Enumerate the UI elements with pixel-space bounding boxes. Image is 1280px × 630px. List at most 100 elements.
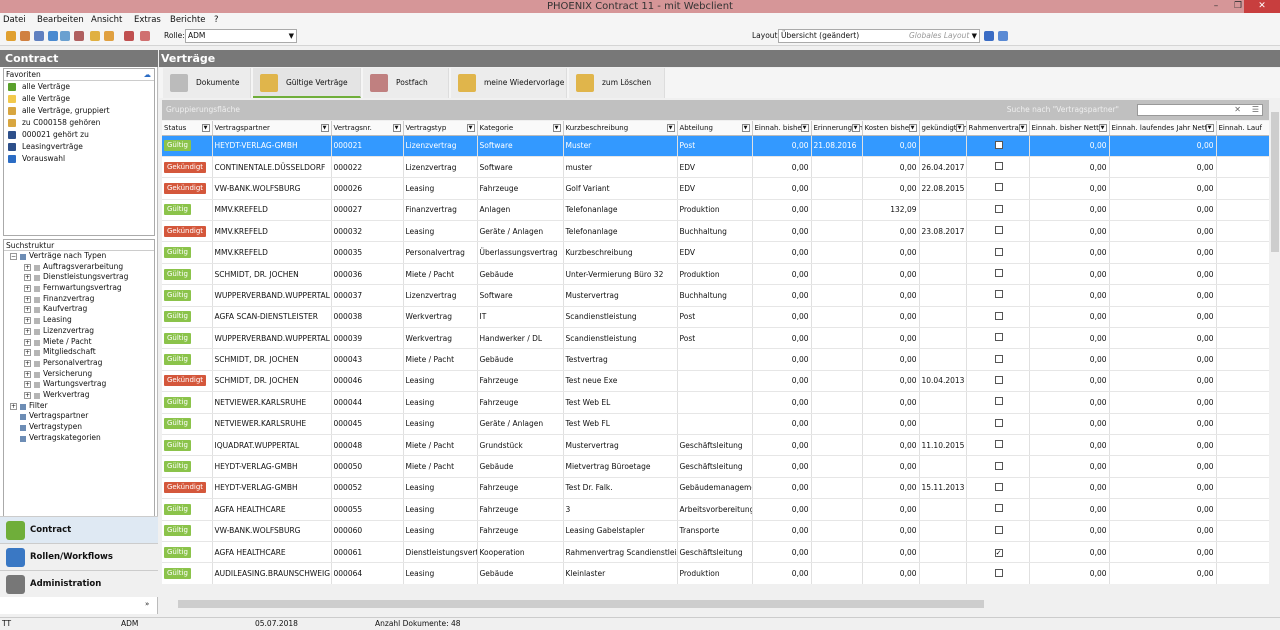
rahmenvertrag-checkbox[interactable] — [994, 204, 1003, 213]
column-header[interactable]: Erinnerung am ▼ — [811, 121, 863, 136]
menu-berichte[interactable]: Berichte — [170, 14, 206, 26]
search-icon[interactable] — [34, 31, 44, 41]
rahmenvertrag-checkbox[interactable] — [994, 247, 1003, 256]
tree-node[interactable]: + Lizenzvertrag — [4, 326, 154, 337]
open-folder-icon[interactable] — [104, 31, 114, 41]
filter-icon[interactable] — [140, 31, 150, 41]
filter-dropdown-icon[interactable]: ▼ — [392, 124, 401, 132]
tab-postfach[interactable]: Postfach — [363, 68, 449, 98]
table-row[interactable]: Gekündigt MMV.KREFELD 000032 Leasing Geräte … — [162, 220, 1269, 243]
edit-icon[interactable] — [20, 31, 30, 41]
tree-node[interactable]: + Auftragsverarbeitung — [4, 262, 154, 273]
tree-node[interactable]: + Kaufvertrag — [4, 304, 154, 315]
favorite-item[interactable]: alle Verträge, gruppiert — [4, 105, 154, 117]
table-row[interactable]: Gültig WUPPERVERBAND.WUPPERTAL 000037 Lizen… — [162, 284, 1269, 307]
table-row[interactable]: Gültig AGFA HEALTHCARE 000055 Leasing Fahrze… — [162, 498, 1269, 521]
save-layout-icon[interactable] — [984, 31, 994, 41]
filter-dropdown-icon[interactable]: ▼ — [955, 124, 964, 132]
search-input[interactable] — [1137, 104, 1263, 116]
tree-node[interactable]: + Miete / Pacht — [4, 337, 154, 348]
grid-icon[interactable] — [124, 31, 134, 41]
filter-dropdown-icon[interactable]: ▼ — [466, 124, 475, 132]
column-header[interactable]: Status ▼ — [162, 121, 213, 136]
column-header[interactable]: Einnah. laufendes Jahr Netto ▼ — [1109, 121, 1217, 136]
table-row[interactable]: Gültig AGFA SCAN-DIENSTLEISTER 000038 Werkv… — [162, 306, 1269, 329]
favorite-item[interactable]: 000021 gehört zu — [4, 129, 154, 141]
table-row[interactable]: Gültig SCHMIDT, DR. JOCHEN 000043 Miete / P… — [162, 348, 1269, 371]
save-icon[interactable] — [48, 31, 58, 41]
table-row[interactable]: Gültig IQUADRAT.WUPPERTAL 000048 Miete / Pa… — [162, 434, 1269, 457]
expand-icon[interactable]: + — [24, 349, 31, 357]
rahmenvertrag-checkbox[interactable] — [994, 418, 1003, 427]
rahmenvertrag-checkbox[interactable] — [994, 226, 1003, 235]
module-rollen-workflows[interactable]: Rollen/Workflows — [0, 543, 158, 570]
filter-dropdown-icon[interactable]: ▼ — [1098, 124, 1107, 132]
favorite-item[interactable]: Leasingverträge — [4, 141, 154, 153]
table-row[interactable]: Gültig MMV.KREFELD 000027 Finanzvertrag Anla… — [162, 199, 1269, 222]
table-row[interactable]: Gültig SCHMIDT, DR. JOCHEN 000036 Miete / P… — [162, 263, 1269, 286]
tree-node[interactable]: + Fernwartungsvertrag — [4, 283, 154, 294]
tree-node[interactable]: + Wartungsvertrag — [4, 379, 154, 390]
tree-node[interactable]: Vertragskategorien — [4, 433, 154, 444]
expand-icon[interactable]: + — [24, 391, 31, 399]
expand-icon[interactable]: + — [24, 359, 31, 367]
column-header[interactable]: Rahmenvertrag ▼ — [966, 121, 1030, 136]
table-row[interactable]: Gültig HEYDT-VERLAG-GMBH 000050 Miete / Pac… — [162, 455, 1269, 478]
rahmenvertrag-checkbox[interactable] — [994, 140, 1003, 149]
tree-node[interactable]: + Werkvertrag — [4, 390, 154, 401]
menu-extras[interactable]: Extras — [134, 14, 161, 26]
favorite-item[interactable]: alle Verträge — [4, 81, 154, 93]
favorite-item[interactable]: zu C000158 gehören — [4, 117, 154, 129]
filter-dropdown-icon[interactable]: ▼ — [800, 124, 809, 132]
table-row[interactable]: Gekündigt SCHMIDT, DR. JOCHEN 000046 Leasin… — [162, 370, 1269, 393]
table-row[interactable]: Gekündigt VW-BANK.WOLFSBURG 000026 Leasing F… — [162, 177, 1269, 200]
tree-node[interactable]: + Versicherung — [4, 369, 154, 380]
rahmenvertrag-checkbox[interactable] — [994, 504, 1003, 513]
expand-icon[interactable]: + — [24, 306, 31, 314]
table-row[interactable]: Gültig NETVIEWER.KARLSRUHE 000044 Leasing Fa… — [162, 391, 1269, 414]
tab-wiedervorlage[interactable]: meine Wiedervorlage — [451, 68, 567, 98]
tab-gueltige-vertraege[interactable]: Gültige Verträge — [253, 68, 361, 98]
column-header[interactable]: Einnah. Lauf — [1216, 121, 1269, 136]
column-header[interactable]: Kosten bisher ▼ — [862, 121, 920, 136]
menu-datei[interactable]: Datei — [3, 14, 26, 26]
expand-icon[interactable]: + — [24, 370, 31, 378]
filter-dropdown-icon[interactable]: ▼ — [201, 124, 210, 132]
rahmenvertrag-checkbox[interactable] — [994, 461, 1003, 470]
table-row[interactable]: Gültig VW-BANK.WOLFSBURG 000060 Leasing Fahr… — [162, 520, 1269, 542]
filter-dropdown-icon[interactable]: ▼ — [666, 124, 675, 132]
tab-zum-loeschen[interactable]: zum Löschen — [569, 68, 665, 98]
rahmenvertrag-checkbox[interactable] — [994, 354, 1003, 363]
favorite-item[interactable]: alle Verträge — [4, 93, 154, 105]
delete-icon[interactable] — [74, 31, 84, 41]
module-administration[interactable]: Administration — [0, 570, 158, 597]
tree-node[interactable]: + Filter — [4, 401, 154, 412]
tree-node[interactable]: + Finanzvertrag — [4, 294, 154, 305]
tree-node[interactable]: + Dienstleistungsvertrag — [4, 272, 154, 283]
column-header[interactable]: Abteilung ▼ — [677, 121, 753, 136]
tab-dokumente[interactable]: Dokumente — [163, 68, 251, 98]
horizontal-scrollbar[interactable] — [162, 599, 1269, 609]
expand-icon[interactable]: + — [24, 317, 31, 325]
table-row[interactable]: Gültig NETVIEWER.KARLSRUHE 000045 Leasing Ge… — [162, 413, 1269, 435]
close-button[interactable]: ✕ — [1244, 0, 1280, 13]
table-row[interactable]: Gültig AUDILEASING.BRAUNSCHWEIG 000064 Leas… — [162, 562, 1269, 584]
rahmenvertrag-checkbox[interactable] — [994, 162, 1003, 171]
rolle-select[interactable]: ADM ▼ — [185, 29, 297, 43]
reset-layout-icon[interactable] — [998, 31, 1008, 41]
menu-icon[interactable]: ☰ — [1252, 100, 1259, 120]
table-row[interactable]: Gültig HEYDT-VERLAG-GMBH 000021 Lizenzvertr… — [162, 135, 1269, 157]
new-icon[interactable] — [6, 31, 16, 41]
expand-icon[interactable]: + — [24, 263, 31, 271]
filter-dropdown-icon[interactable]: ▼ — [1018, 124, 1027, 132]
collapse-icon[interactable]: − — [10, 253, 17, 260]
tree-node[interactable]: Vertragstypen — [4, 422, 154, 433]
layout-select[interactable]: Übersicht (geändert) Globales Layout ▼ — [778, 29, 980, 43]
table-row[interactable]: Gültig MMV.KREFELD 000035 Personalvertrag Üb… — [162, 241, 1269, 264]
tree-node[interactable]: Vertragspartner — [4, 411, 154, 422]
expand-icon[interactable]: + — [24, 338, 31, 346]
column-header[interactable]: Kurzbeschreibung ▼ — [563, 121, 678, 136]
menu-bearbeiten[interactable]: Bearbeiten — [37, 14, 84, 26]
column-header[interactable]: Vertragspartner ▼ — [212, 121, 332, 136]
module-contract[interactable]: Contract — [0, 516, 158, 543]
